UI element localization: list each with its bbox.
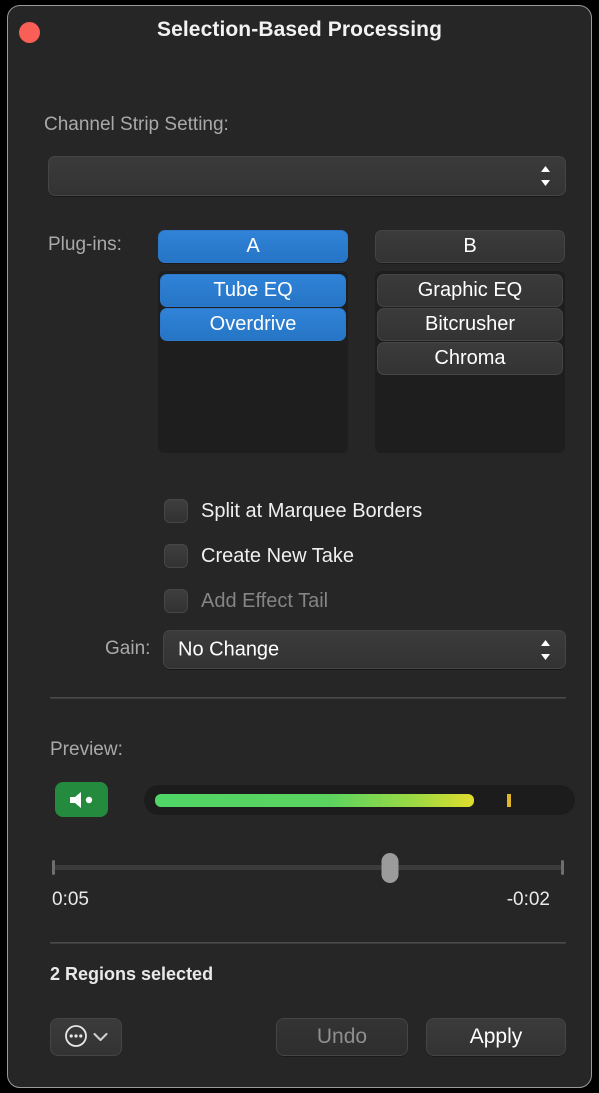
plugins-label: Plug-ins: [48, 234, 122, 255]
gain-popup[interactable]: No Change [163, 630, 566, 669]
plugins-slot-b-button[interactable]: B [375, 230, 565, 263]
playhead-slider-thumb[interactable] [381, 853, 399, 883]
chevron-down-icon [93, 1030, 108, 1045]
gain-value: No Change [178, 638, 280, 660]
time-remaining: -0:02 [506, 889, 550, 910]
preview-label: Preview: [50, 739, 123, 760]
checkbox-label: Create New Take [201, 544, 355, 567]
chevron-up-down-icon [539, 164, 552, 188]
checkbox-icon [164, 589, 188, 613]
gain-label: Gain: [105, 638, 151, 659]
plugins-slot-b-list[interactable]: Graphic EQ Bitcrusher Chroma [375, 271, 565, 453]
time-elapsed: 0:05 [52, 889, 89, 910]
playhead-slider[interactable] [52, 851, 564, 885]
list-item[interactable]: Bitcrusher [377, 308, 563, 341]
action-menu-button[interactable] [50, 1018, 122, 1056]
list-item[interactable]: Chroma [377, 342, 563, 375]
slider-start-tick [52, 860, 55, 875]
checkbox-create-new-take[interactable]: Create New Take [164, 543, 354, 569]
chevron-up-down-icon [539, 638, 552, 662]
selection-based-processing-window: Selection-Based Processing Channel Strip… [7, 5, 592, 1088]
footer-divider [50, 942, 566, 944]
checkbox-label: Split at Marquee Borders [201, 499, 423, 522]
channel-strip-setting-popup[interactable] [48, 156, 566, 196]
ellipsis-circle-icon [64, 1024, 88, 1051]
checkbox-split-at-marquee-borders[interactable]: Split at Marquee Borders [164, 498, 422, 524]
section-divider [50, 697, 566, 699]
checkbox-icon[interactable] [164, 544, 188, 568]
list-item[interactable]: Graphic EQ [377, 274, 563, 307]
plugins-slot-a-list[interactable]: Tube EQ Overdrive [158, 271, 348, 453]
undo-button[interactable]: Undo [276, 1018, 408, 1056]
level-meter-peak-indicator [506, 794, 511, 807]
window-titlebar: Selection-Based Processing [8, 6, 591, 58]
checkbox-label: Add Effect Tail [201, 589, 329, 612]
speaker-wave-icon[interactable] [55, 782, 108, 817]
checkbox-add-effect-tail: Add Effect Tail [164, 588, 328, 614]
list-item[interactable]: Tube EQ [160, 274, 346, 307]
apply-button[interactable]: Apply [426, 1018, 566, 1056]
slider-end-tick [561, 860, 564, 875]
checkbox-icon[interactable] [164, 499, 188, 523]
window-title: Selection-Based Processing [156, 18, 443, 41]
level-meter [144, 785, 575, 815]
level-meter-fill [155, 794, 475, 807]
plugins-slot-a-button[interactable]: A [158, 230, 348, 263]
list-item[interactable]: Overdrive [160, 308, 346, 341]
channel-strip-setting-label: Channel Strip Setting: [44, 114, 229, 135]
playhead-slider-track[interactable] [54, 865, 562, 870]
status-text: 2 Regions selected [50, 964, 214, 984]
